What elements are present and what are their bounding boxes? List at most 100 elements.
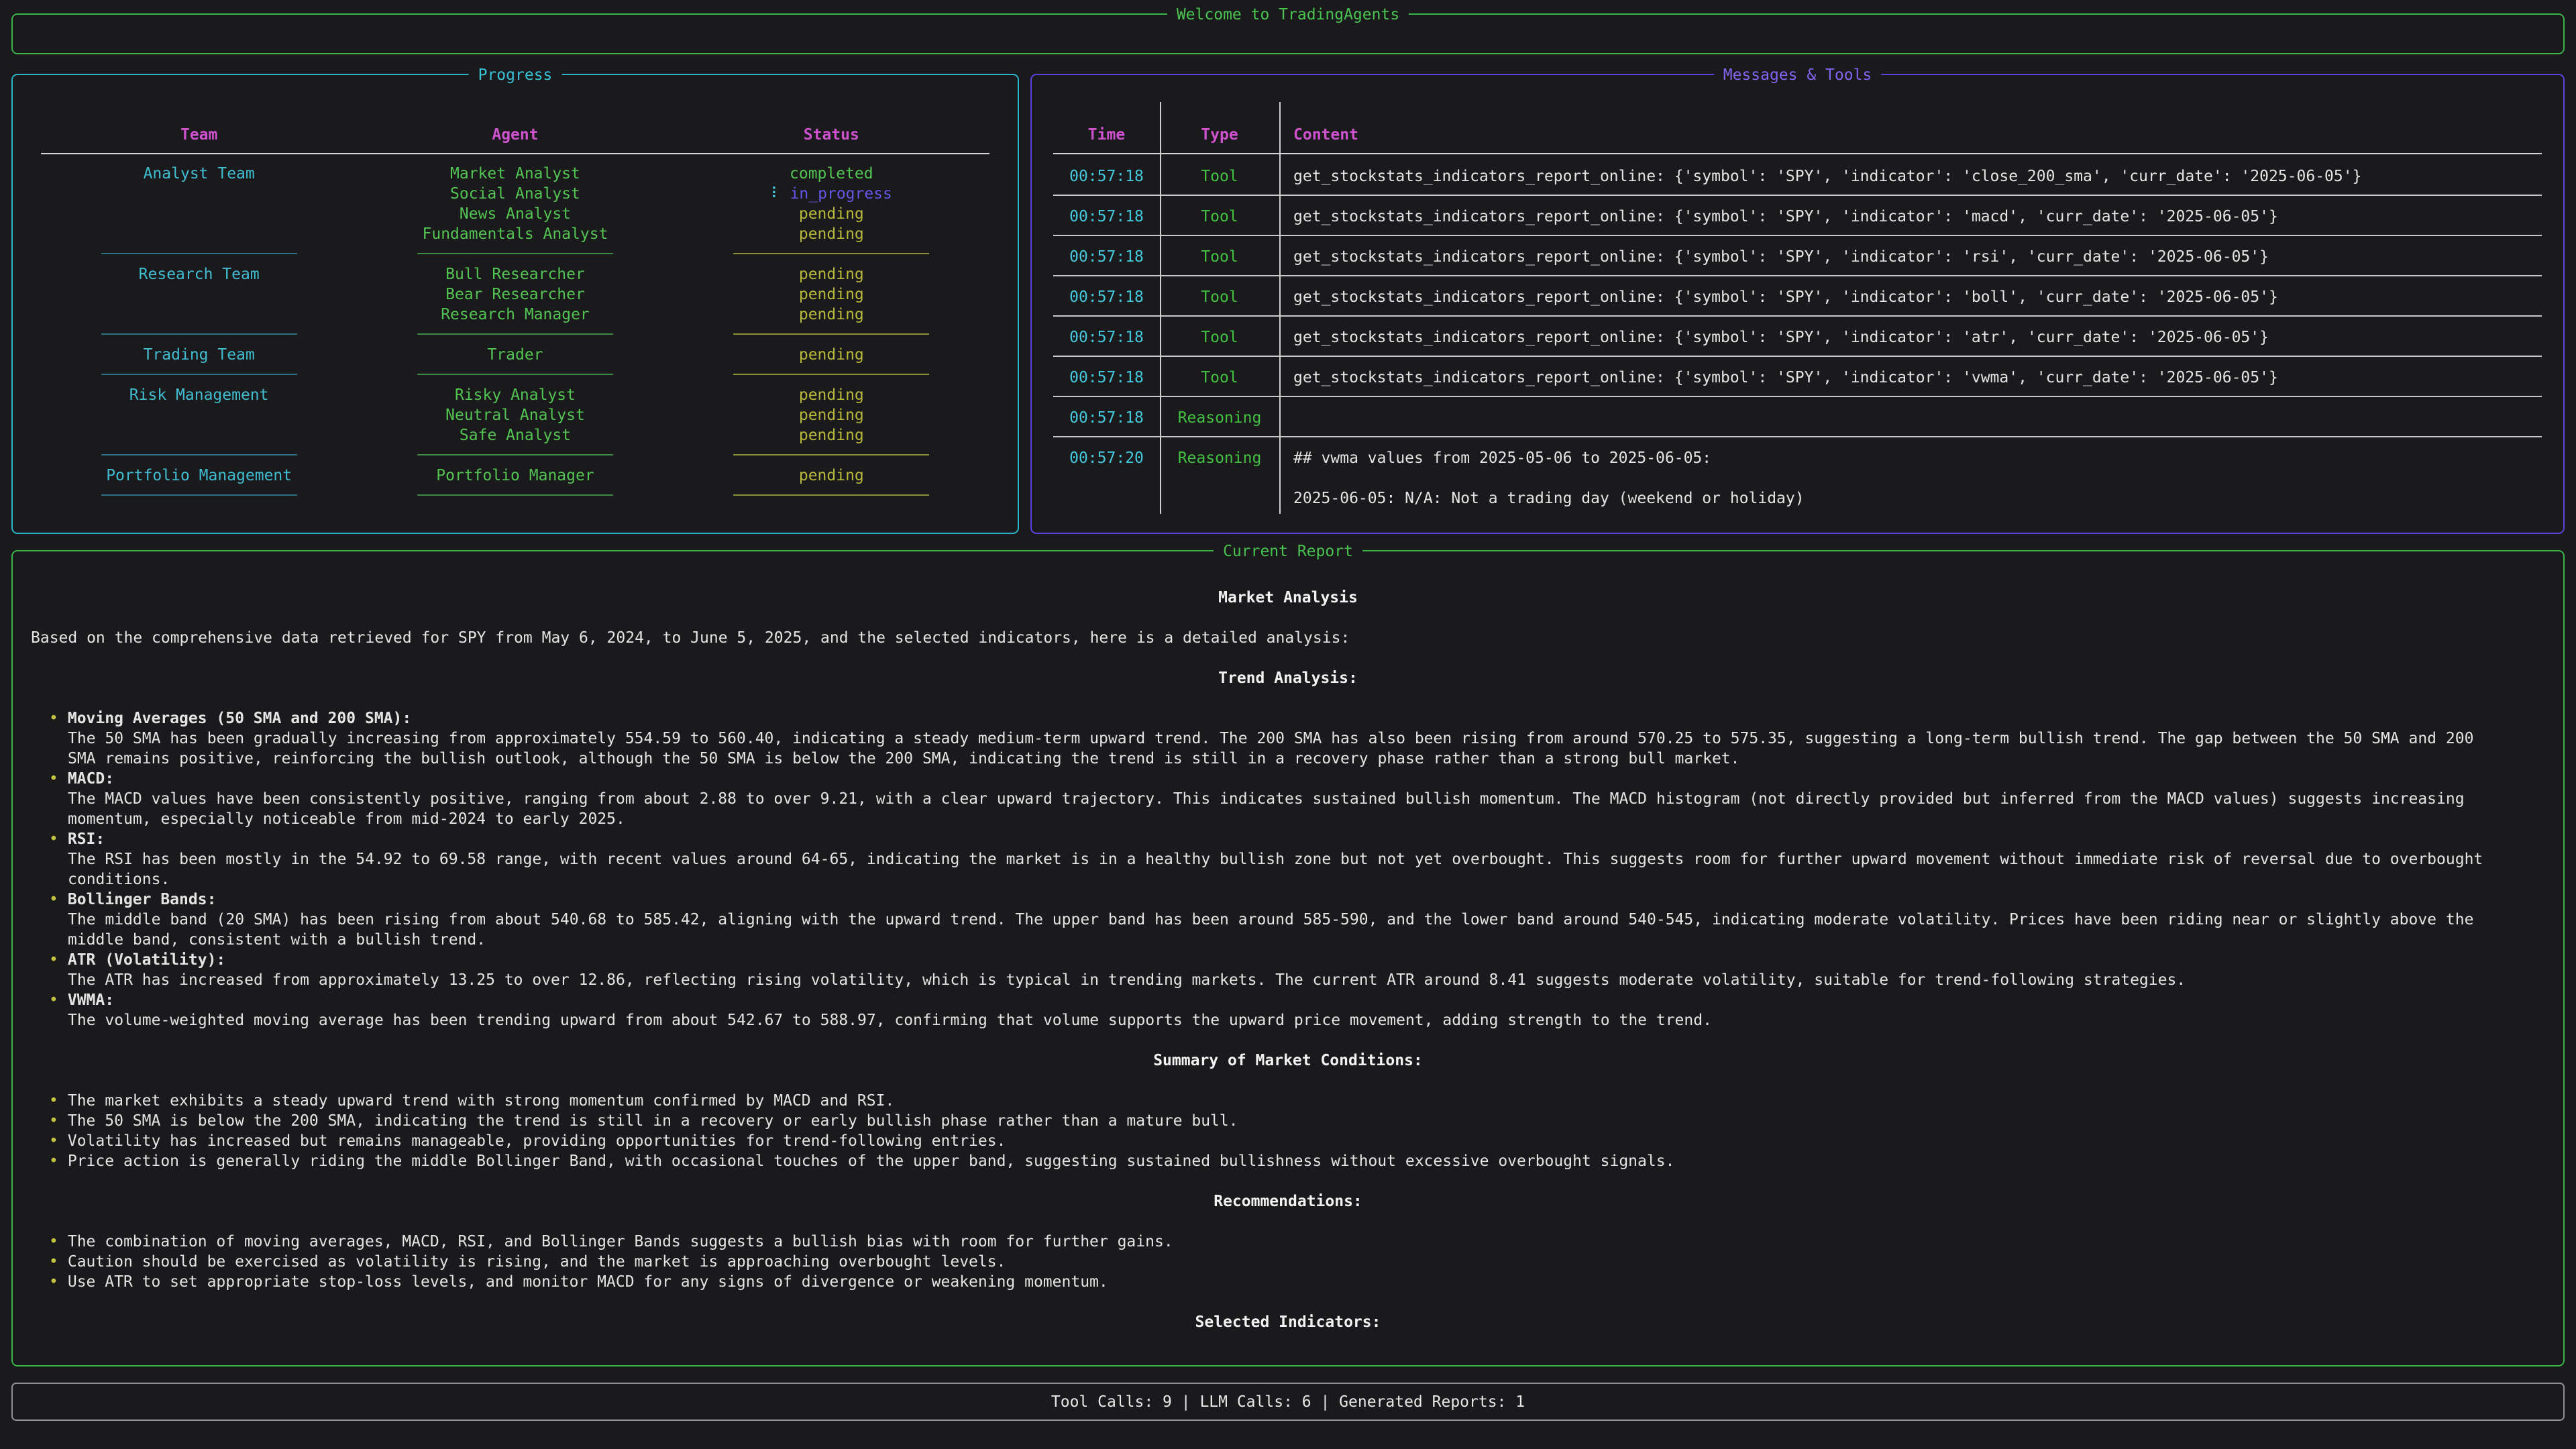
- messages-table: Time Type Content 00:57:18Toolget_stocks…: [1053, 76, 2542, 531]
- bullet-icon: •: [49, 1152, 58, 1170]
- bullet-icon: •: [49, 1112, 58, 1130]
- agent-status: pending: [674, 466, 989, 486]
- message-type: Tool: [1160, 207, 1279, 235]
- bullet-icon: •: [49, 1273, 58, 1291]
- report-bullet-item: •Volatility has increased but remains ma…: [14, 1131, 2562, 1151]
- messages-header-separator: [1053, 145, 2542, 156]
- agent-name: Market Analyst: [357, 164, 673, 184]
- agent-name: Safe Analyst: [357, 425, 673, 445]
- progress-row: Analyst TeamMarket Analystcompleted: [41, 164, 989, 184]
- report-text-continuation: middle band, consistent with a bullish t…: [14, 930, 2562, 950]
- message-time: 00:57:20: [1053, 448, 1160, 508]
- message-type: Tool: [1160, 247, 1279, 275]
- progress-group-separator: [41, 244, 989, 264]
- report-text: Based on the comprehensive data retrieve…: [14, 628, 2562, 648]
- report-heading: Selected Indicators:: [14, 1312, 2562, 1332]
- bullet-icon: •: [49, 1233, 58, 1250]
- message-content: ## vwma values from 2025-05-06 to 2025-0…: [1279, 448, 2542, 508]
- agent-status: pending: [674, 204, 989, 224]
- progress-table-header: Team Agent Status: [41, 125, 989, 145]
- progress-table: Team Agent Status Analyst TeamMarket Ana…: [41, 76, 989, 531]
- stats-footer: Tool Calls: 9 | LLM Calls: 6 | Generated…: [11, 1383, 2565, 1421]
- report-bullet-item: •The market exhibits a steady upward tre…: [14, 1091, 2562, 1111]
- progress-panel: Progress Team Agent Status Analyst TeamM…: [11, 74, 1019, 534]
- message-content: get_stockstats_indicators_report_online:…: [1279, 287, 2542, 315]
- message-type: Tool: [1160, 287, 1279, 315]
- report-bullet-item: •MACD:: [14, 769, 2562, 789]
- team-name: [41, 204, 357, 224]
- message-content: get_stockstats_indicators_report_online:…: [1279, 247, 2542, 275]
- progress-row: Risk ManagementRisky Analystpending: [41, 385, 989, 405]
- report-bullet-item: •Price action is generally riding the mi…: [14, 1151, 2562, 1171]
- agent-status: pending: [674, 284, 989, 305]
- report-heading: Summary of Market Conditions:: [14, 1051, 2562, 1071]
- agent-name: Bear Researcher: [357, 284, 673, 305]
- team-name: Analyst Team: [41, 164, 357, 184]
- agent-status: pending: [674, 264, 989, 284]
- message-content: [1279, 408, 2542, 436]
- report-text-continuation: The 50 SMA has been gradually increasing…: [14, 729, 2562, 749]
- messages-column-content: Content: [1279, 125, 2542, 145]
- message-time: 00:57:18: [1053, 247, 1160, 275]
- agent-status: pending: [674, 305, 989, 325]
- team-name: [41, 184, 357, 204]
- report-bullet-item: •RSI:: [14, 829, 2562, 849]
- agent-name: Research Manager: [357, 305, 673, 325]
- messages-column-type: Type: [1160, 125, 1279, 145]
- report-text-continuation: The volume-weighted moving average has b…: [14, 1010, 2562, 1030]
- progress-table-body: Analyst TeamMarket AnalystcompletedSocia…: [41, 164, 989, 506]
- report-blank-line: [14, 608, 2562, 628]
- message-row: 00:57:18Toolget_stockstats_indicators_re…: [1053, 357, 2542, 396]
- welcome-panel: Welcome to TradingAgents: [11, 13, 2565, 54]
- progress-column-status: Status: [674, 125, 989, 145]
- report-text-continuation: The RSI has been mostly in the 54.92 to …: [14, 849, 2562, 869]
- report-blank-line: [14, 648, 2562, 668]
- report-text-continuation: conditions.: [14, 869, 2562, 890]
- report-blank-line: [14, 1030, 2562, 1051]
- report-blank-line: [14, 688, 2562, 708]
- report-bullet-item: •Caution should be exercised as volatili…: [14, 1252, 2562, 1272]
- team-name: Trading Team: [41, 345, 357, 365]
- team-name: Research Team: [41, 264, 357, 284]
- report-blank-line: [14, 1212, 2562, 1232]
- message-time: 00:57:18: [1053, 166, 1160, 195]
- report-text-continuation: The MACD values have been consistently p…: [14, 789, 2562, 809]
- message-row: 00:57:18Toolget_stockstats_indicators_re…: [1053, 156, 2542, 195]
- bullet-icon: •: [49, 770, 58, 788]
- message-row: 00:57:20Reasoning## vwma values from 202…: [1053, 437, 2542, 508]
- progress-column-agent: Agent: [357, 125, 673, 145]
- team-name: [41, 425, 357, 445]
- message-time: 00:57:18: [1053, 408, 1160, 436]
- progress-row: Research TeamBull Researcherpending: [41, 264, 989, 284]
- welcome-panel-title: Welcome to TradingAgents: [1167, 5, 1409, 25]
- team-name: [41, 305, 357, 325]
- report-bullet-item: •Bollinger Bands:: [14, 890, 2562, 910]
- team-name: [41, 284, 357, 305]
- team-name: Risk Management: [41, 385, 357, 405]
- agent-name: Risky Analyst: [357, 385, 673, 405]
- message-time: 00:57:18: [1053, 207, 1160, 235]
- progress-row: Social Analyst⠇in_progress: [41, 184, 989, 204]
- message-time: 00:57:18: [1053, 327, 1160, 356]
- team-name: [41, 405, 357, 425]
- bullet-icon: •: [49, 1092, 58, 1110]
- agent-name: Social Analyst: [357, 184, 673, 204]
- message-content: get_stockstats_indicators_report_online:…: [1279, 327, 2542, 356]
- message-row: 00:57:18Toolget_stockstats_indicators_re…: [1053, 196, 2542, 235]
- progress-column-team: Team: [41, 125, 357, 145]
- spinner-icon: ⠇: [771, 185, 782, 203]
- agent-status: ⠇in_progress: [674, 184, 989, 204]
- messages-table-body: 00:57:18Toolget_stockstats_indicators_re…: [1053, 156, 2542, 508]
- bullet-icon: •: [49, 830, 58, 848]
- message-row: 00:57:18Toolget_stockstats_indicators_re…: [1053, 276, 2542, 315]
- message-type: Tool: [1160, 368, 1279, 396]
- message-content: get_stockstats_indicators_report_online:…: [1279, 166, 2542, 195]
- agent-status: pending: [674, 405, 989, 425]
- progress-group-separator: [41, 445, 989, 466]
- report-bullet-item: •The 50 SMA is below the 200 SMA, indica…: [14, 1111, 2562, 1131]
- current-report-panel: Current Report Market Analysis Based on …: [11, 550, 2565, 1366]
- progress-row: Trading TeamTraderpending: [41, 345, 989, 365]
- team-name: [41, 224, 357, 244]
- report-bullet-item: •Use ATR to set appropriate stop-loss le…: [14, 1272, 2562, 1292]
- stats-text: Tool Calls: 9 | LLM Calls: 6 | Generated…: [1051, 1392, 1525, 1412]
